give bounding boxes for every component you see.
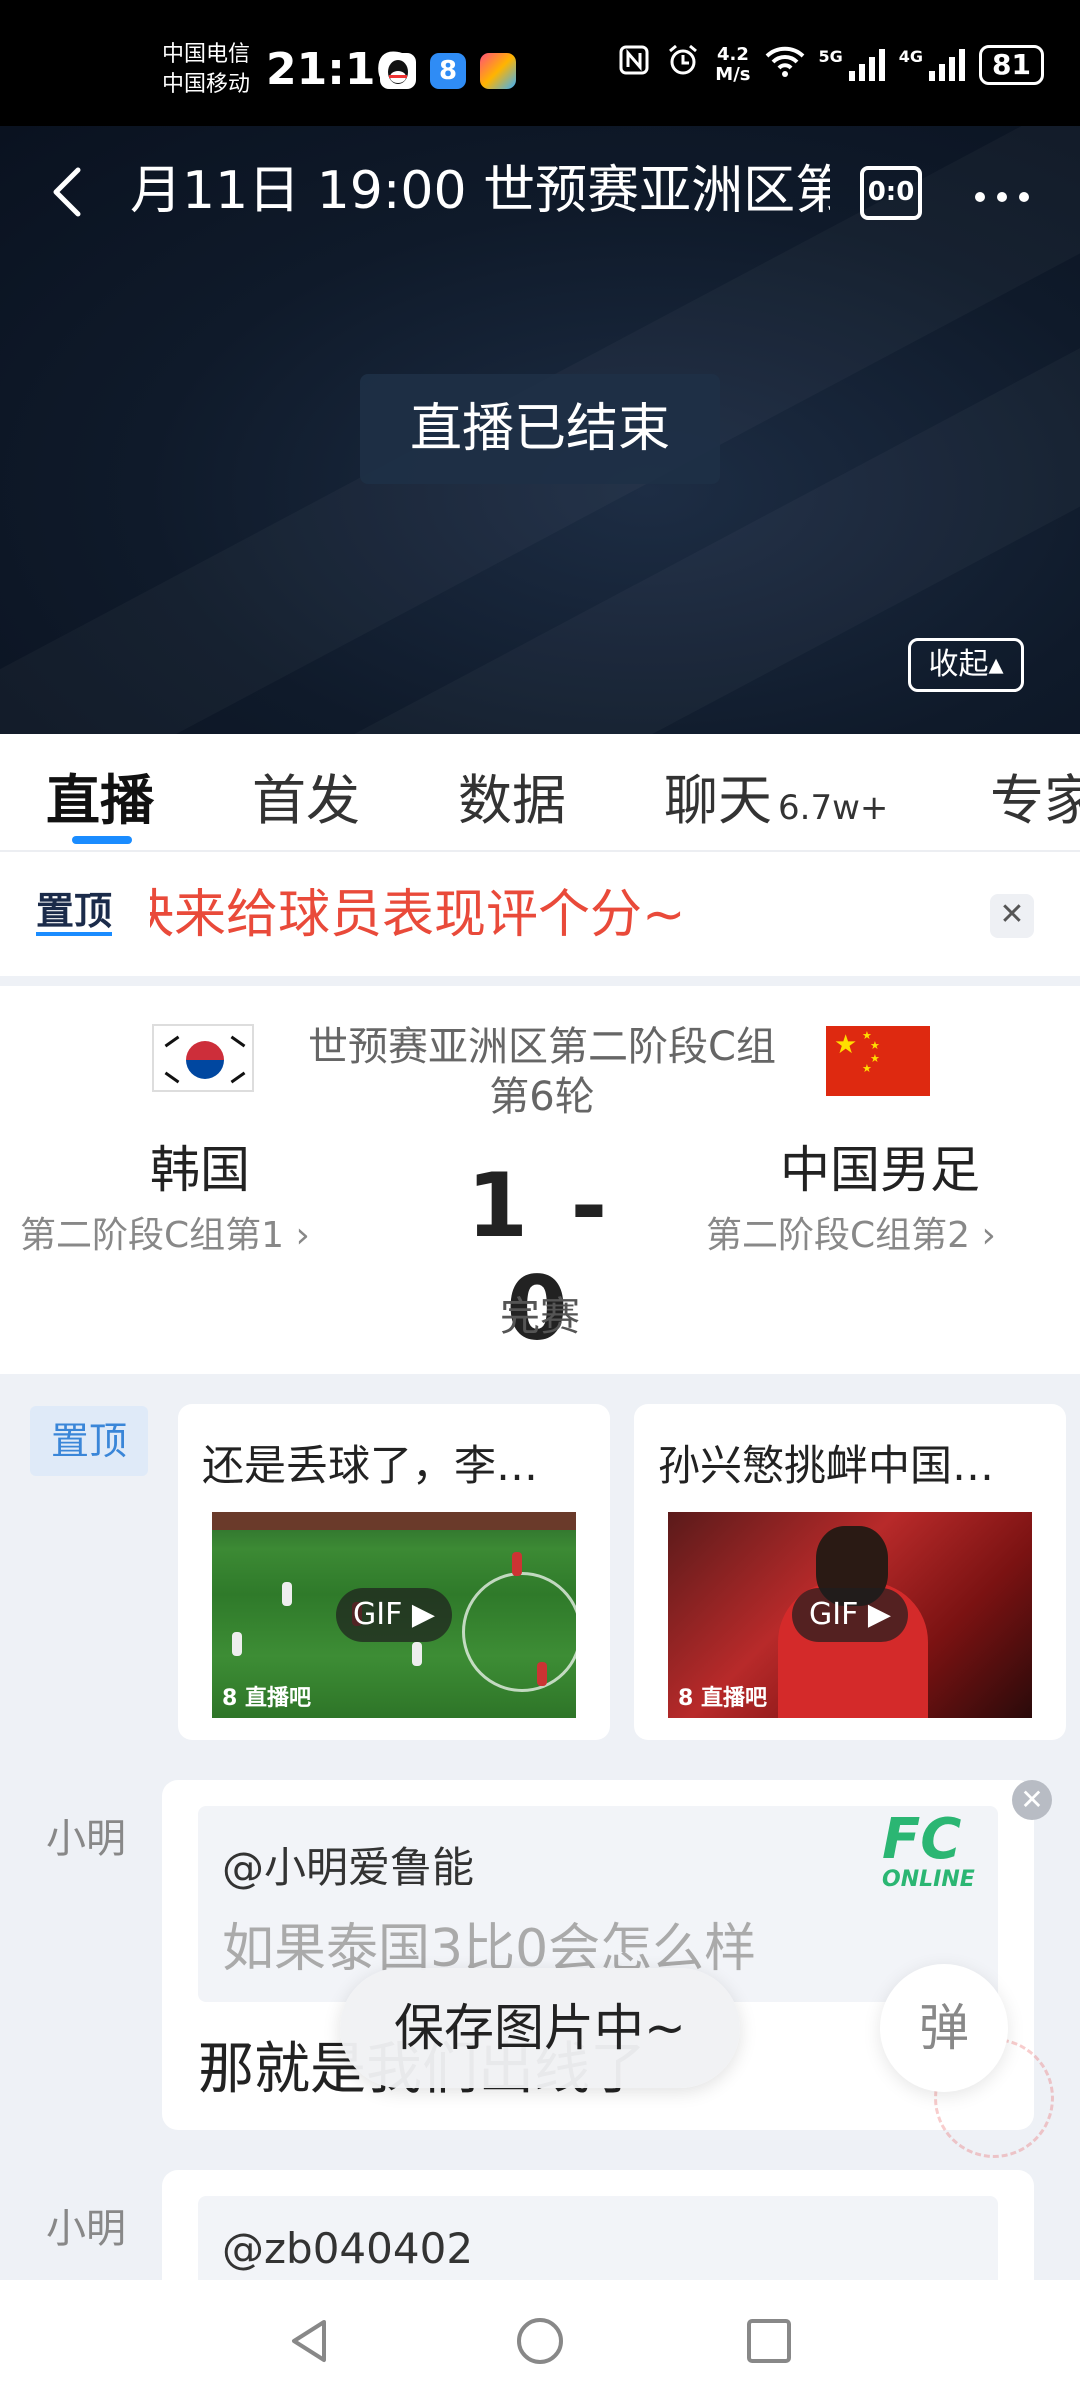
gif-play-badge: GIF ▶	[336, 1588, 452, 1642]
signal-5g-icon	[848, 48, 885, 81]
watermark: 8 直播吧	[222, 1686, 311, 1711]
scoreboard-icon[interactable]: 0:0	[860, 166, 922, 220]
pinned-notice[interactable]: 置顶 快来给球员表现评个分~	[0, 852, 1080, 976]
carrier-2: 中国移动	[162, 72, 251, 97]
home-team-name[interactable]: 韩国	[100, 1130, 300, 1202]
match-round: 第6轮	[489, 1074, 595, 1120]
tab-experts[interactable]: 专家	[990, 756, 1080, 835]
close-icon[interactable]: ✕	[990, 894, 1034, 938]
chat-count: 6.7w+	[778, 788, 889, 828]
back-arrow-icon[interactable]	[40, 162, 100, 222]
gif-play-badge: GIF ▶	[792, 1588, 908, 1642]
china-flag-icon: ★ ★ ★ ★ ★	[826, 1026, 930, 1096]
fc-online-ad-logo[interactable]: FC ONLINE	[882, 1812, 1012, 1902]
alarm-icon	[665, 42, 701, 87]
danmu-button[interactable]: 弹	[880, 1964, 1008, 2092]
signal-4g-icon	[929, 48, 966, 81]
nav-back-icon[interactable]	[284, 2316, 334, 2366]
match-status: 完赛	[500, 1294, 580, 1340]
pinned-label: 置顶	[30, 1406, 148, 1476]
battery-indicator: 81	[979, 44, 1044, 85]
more-options-icon[interactable]	[972, 184, 1032, 207]
tab-bar: 直播 首发 数据 聊天 6.7w+ 专家	[0, 734, 1080, 852]
league-info: 世预赛亚洲区第二阶段C组 第6轮	[268, 1022, 816, 1122]
carrier-1: 中国电信	[162, 42, 251, 67]
gif-thumbnail[interactable]: GIF ▶ 8 直播吧	[212, 1512, 576, 1718]
away-team-name[interactable]: 中国男足	[760, 1130, 1000, 1202]
pinned-badge: 置顶	[36, 890, 113, 936]
wifi-icon	[765, 46, 805, 84]
tab-lineup[interactable]: 首发	[252, 756, 360, 835]
pinned-gif-card[interactable]: 孙兴慜挑衅中国… GIF ▶ 8 直播吧	[634, 1404, 1066, 1740]
qq-icon	[380, 53, 416, 89]
nav-recents-icon[interactable]	[744, 2316, 794, 2366]
nfc-icon	[617, 43, 651, 86]
network-4g-label: 4G	[898, 47, 924, 66]
tab-chat[interactable]: 聊天 6.7w+	[664, 756, 888, 835]
watermark: 8 直播吧	[678, 1686, 767, 1711]
league-name: 世预赛亚洲区第二阶段C组	[308, 1024, 776, 1070]
ad-close-icon[interactable]: ✕	[1012, 1780, 1052, 1820]
app-notification-icon	[480, 53, 516, 89]
match-card: ★ ★ ★ ★ ★ 世预赛亚洲区第二阶段C组 第6轮 韩国 第二阶段C组第1 ›…	[0, 986, 1080, 1374]
status-bar: 中国电信 中国移动 21:16 8 4.2 M/s 5G 4G 81	[0, 0, 1080, 126]
away-team-rank-link[interactable]: 第二阶段C组第2 ›	[706, 1206, 1066, 1258]
active-tab-indicator	[72, 836, 132, 844]
network-5g-label: 5G	[818, 47, 843, 66]
screen: 中国电信 中国移动 21:16 8 4.2 M/s 5G 4G 81 月11日 …	[0, 0, 1080, 2400]
quoted-username: @小明爱鲁能	[222, 1843, 475, 1892]
quoted-username: @zb040402	[222, 2224, 474, 2273]
match-title: 月11日 19:00 世预赛亚洲区第二阶段C组	[130, 161, 830, 221]
saving-image-toast: 保存图片中~	[340, 1968, 740, 2088]
video-header: 月11日 19:00 世预赛亚洲区第二阶段C组 0:0 直播已结束 收起▴	[0, 126, 1080, 734]
collapse-button[interactable]: 收起▴	[908, 638, 1024, 692]
zhibo8-app-icon: 8	[430, 53, 466, 89]
gif-thumbnail[interactable]: GIF ▶ 8 直播吧	[668, 1512, 1032, 1718]
notice-text: 快来给球员表现评个分~	[150, 885, 686, 945]
chat-username[interactable]: 小明	[46, 2196, 126, 2254]
nav-home-icon[interactable]	[515, 2316, 565, 2366]
network-speed: 4.2 M/s	[715, 43, 751, 85]
pinned-gif-card[interactable]: 还是丢球了，李… GIF ▶ 8 直播吧	[178, 1404, 610, 1740]
south-korea-flag-icon	[152, 1024, 254, 1092]
chat-username[interactable]: 小明	[46, 1806, 126, 1864]
carrier-info: 中国电信 中国移动	[162, 40, 250, 100]
status-indicators: 4.2 M/s 5G 4G 81	[617, 42, 1044, 87]
navigation-bar	[0, 2280, 1080, 2400]
gif-title: 孙兴慜挑衅中国…	[658, 1441, 995, 1490]
tab-live[interactable]: 直播	[46, 756, 154, 835]
gif-title: 还是丢球了，李…	[202, 1441, 539, 1490]
home-team-rank-link[interactable]: 第二阶段C组第1 ›	[20, 1206, 380, 1258]
live-ended-banner: 直播已结束	[360, 374, 720, 484]
tab-stats[interactable]: 数据	[458, 756, 566, 835]
